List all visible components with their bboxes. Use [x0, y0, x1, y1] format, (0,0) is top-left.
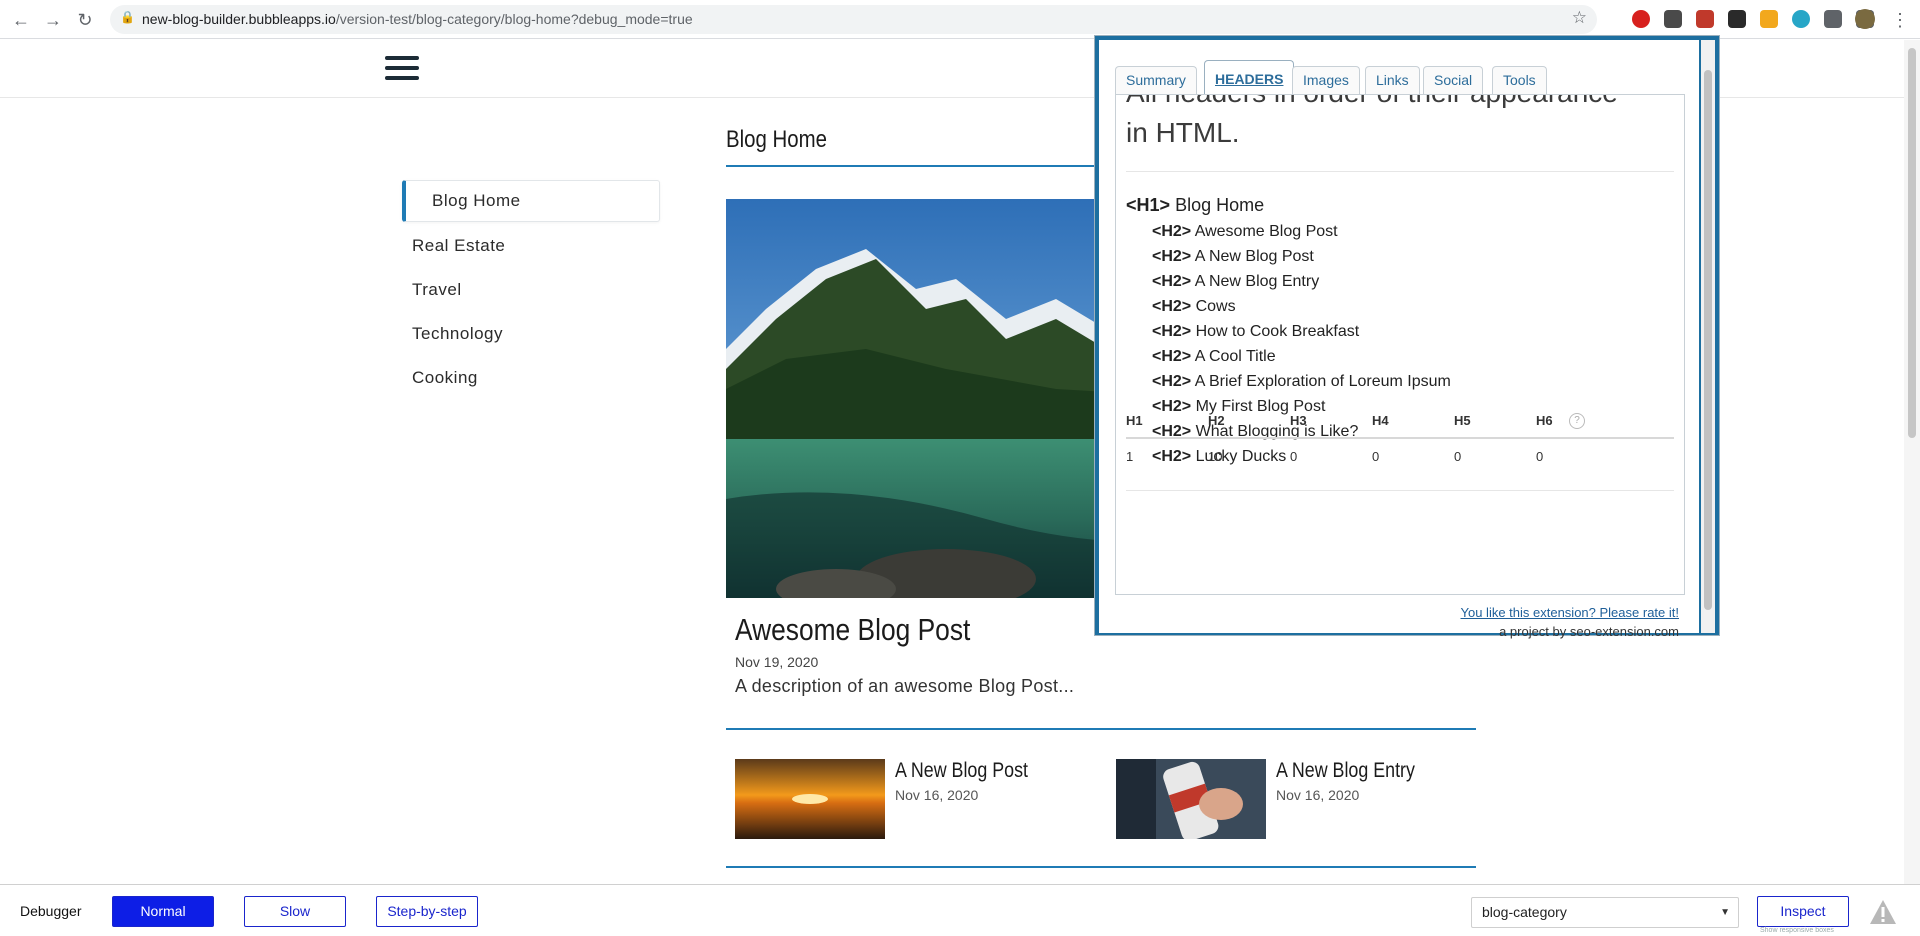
sidebar-item-real-estate[interactable]: Real Estate [402, 226, 660, 270]
warning-icon[interactable] [1868, 898, 1898, 926]
sidebar-item-blog-home[interactable]: Blog Home [402, 180, 660, 222]
extensions-icon[interactable] [1824, 10, 1842, 28]
post-card-date: Nov 16, 2020 [1276, 787, 1360, 803]
sidebar-item-cooking[interactable]: Cooking [402, 358, 660, 402]
opera-icon[interactable] [1632, 10, 1650, 28]
tab-summary[interactable]: Summary [1115, 66, 1197, 94]
normal-mode-button[interactable]: Normal [112, 896, 214, 927]
responsive-boxes-hint[interactable]: Show responsive boxes [1760, 927, 1834, 934]
tab-social[interactable]: Social [1423, 66, 1484, 94]
popup-scrollbar[interactable] [1701, 40, 1715, 633]
rate-extension-link[interactable]: You like this extension? Please rate it! [1461, 605, 1680, 620]
sidebar-item-label: Blog Home [432, 191, 521, 210]
star-icon[interactable]: ☆ [1572, 8, 1587, 28]
post-card-date: Nov 16, 2020 [895, 787, 979, 803]
reload-icon[interactable]: ↻ [73, 8, 97, 32]
h2-entry: <H2> A Brief Exploration of Loreum Ipsum [1152, 373, 1451, 390]
sidebar-item-travel[interactable]: Travel [402, 270, 660, 314]
sidebar-item-label: Technology [412, 324, 504, 343]
featured-divider [726, 728, 1476, 730]
count-h4: 0 [1372, 449, 1380, 464]
h2-entry: <H2> A New Blog Post [1152, 248, 1314, 265]
table-header-h2: H2 [1208, 413, 1225, 428]
url-text: new-blog-builder.bubbleapps.io/version-t… [142, 11, 693, 27]
featured-post-date: Nov 19, 2020 [735, 654, 819, 670]
count-h6: 0 [1536, 449, 1544, 464]
lock-icon: 🔒 [120, 10, 135, 24]
post-card-title[interactable]: A New Blog Entry [1276, 759, 1415, 783]
divider [1126, 490, 1674, 491]
sidebar-item-label: Travel [412, 280, 462, 299]
headers-panel: All headers in order of their appearance… [1115, 94, 1685, 595]
react-icon[interactable] [1792, 10, 1810, 28]
hamburger-menu-icon[interactable] [385, 56, 419, 84]
seo-popup-body: Summary HEADERS Images Links Social Tool… [1099, 40, 1699, 639]
h1-entry: <H1> Blog Home [1126, 195, 1265, 215]
page-select[interactable]: blog-category ▼ [1471, 897, 1739, 928]
category-sidebar: Blog Home Real Estate Travel Technology … [402, 180, 660, 402]
bookmark-ext-icon[interactable] [1760, 10, 1778, 28]
avatar[interactable] [1855, 9, 1875, 29]
count-h3: 0 [1290, 449, 1298, 464]
count-h5: 0 [1454, 449, 1462, 464]
h2-entry: <H2> A Cool Title [1152, 348, 1276, 365]
chevron-down-icon: ▼ [1720, 907, 1730, 918]
tab-images[interactable]: Images [1292, 66, 1360, 94]
post-card-image[interactable] [1116, 759, 1266, 839]
menu-dots-icon[interactable]: ⋮ [1888, 8, 1912, 32]
help-icon[interactable]: ? [1569, 413, 1585, 429]
address-bar[interactable]: 🔒 new-blog-builder.bubbleapps.io/version… [110, 5, 1597, 34]
sidebar-item-label: Real Estate [412, 236, 506, 255]
h2-entry: <H2> A New Blog Entry [1152, 273, 1320, 290]
divider [1126, 171, 1674, 172]
count-h1: 1 [1126, 449, 1134, 464]
featured-post-description: A description of an awesome Blog Post... [735, 676, 1075, 696]
forward-icon[interactable]: → [41, 8, 65, 32]
table-header-h1: H1 [1126, 413, 1143, 428]
debugger-bar: Debugger Normal Slow Step-by-step blog-c… [0, 884, 1920, 936]
cards-divider [726, 866, 1476, 868]
count-h2: 10 [1208, 449, 1223, 464]
step-by-step-button[interactable]: Step-by-step [376, 896, 478, 927]
table-header-h4: H4 [1372, 413, 1389, 428]
table-header-h5: H5 [1454, 413, 1471, 428]
post-card-image[interactable] [735, 759, 885, 839]
headers-intro: All headers in order of their appearance… [1126, 95, 1618, 148]
h2-entry: <H2> Awesome Blog Post [1152, 223, 1338, 240]
cast-icon[interactable] [1664, 10, 1682, 28]
browser-toolbar: ← → ↻ 🔒 new-blog-builder.bubbleapps.io/v… [0, 0, 1920, 39]
page-scrollbar-thumb[interactable] [1908, 48, 1916, 438]
featured-post-title[interactable]: Awesome Blog Post [735, 612, 970, 648]
slow-mode-button[interactable]: Slow [244, 896, 346, 927]
seo-extension-popup: Summary HEADERS Images Links Social Tool… [1094, 35, 1720, 639]
seo-extension-icon[interactable] [1696, 10, 1714, 28]
tab-tools[interactable]: Tools [1492, 66, 1547, 94]
extension-credit: a project by seo-extension.com [1499, 624, 1679, 639]
tab-headers[interactable]: HEADERS [1204, 60, 1295, 95]
inspect-button[interactable]: Inspect [1757, 896, 1849, 927]
tab-links[interactable]: Links [1365, 66, 1420, 94]
page-scrollbar[interactable] [1904, 40, 1920, 884]
post-card-title[interactable]: A New Blog Post [895, 759, 1028, 783]
popup-scrollbar-thumb[interactable] [1704, 70, 1712, 610]
h2-entry: <H2> Cows [1152, 298, 1236, 315]
sidebar-item-technology[interactable]: Technology [402, 314, 660, 358]
debugger-label: Debugger [20, 903, 82, 919]
table-header-h3: H3 [1290, 413, 1307, 428]
table-header-h6: H6 [1536, 413, 1553, 428]
h2-entry: <H2> How to Cook Breakfast [1152, 323, 1360, 340]
tab-icon[interactable] [1728, 10, 1746, 28]
table-header-rule [1126, 437, 1674, 439]
sidebar-item-label: Cooking [412, 368, 478, 387]
page-title: Blog Home [726, 126, 827, 153]
back-icon[interactable]: ← [9, 8, 33, 32]
page-select-value: blog-category [1482, 904, 1567, 920]
